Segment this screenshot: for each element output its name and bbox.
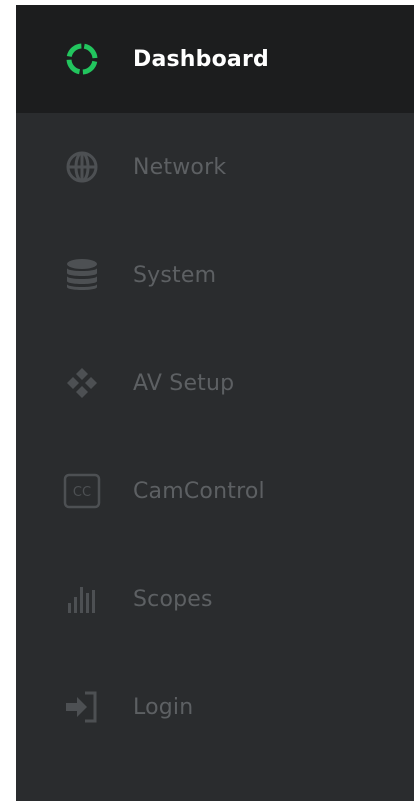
sidebar-item-system[interactable]: System: [16, 221, 414, 329]
sidebar-item-label: Login: [133, 694, 194, 720]
sidebar-item-network[interactable]: Network: [16, 113, 414, 221]
sidebar-item-scopes[interactable]: Scopes: [16, 545, 414, 653]
sidebar-item-label: Dashboard: [133, 46, 269, 72]
sidebar-item-label: CamControl: [133, 478, 265, 504]
diamond-cluster-icon: [62, 363, 102, 403]
sidebar-item-label: Network: [133, 154, 227, 180]
bars-icon: [62, 579, 102, 619]
globe-icon: [62, 147, 102, 187]
sidebar-nav: Dashboard Network System AV Setup CC Cam…: [16, 5, 414, 801]
dashboard-ring-icon: [62, 39, 102, 79]
cc-box-icon: CC: [62, 471, 102, 511]
sidebar-item-label: Scopes: [133, 586, 213, 612]
sidebar-item-login[interactable]: Login: [16, 653, 414, 761]
sidebar-item-label: AV Setup: [133, 370, 235, 396]
database-icon: [62, 255, 102, 295]
login-icon: [62, 687, 102, 727]
sidebar-item-dashboard[interactable]: Dashboard: [16, 5, 414, 113]
sidebar-item-av-setup[interactable]: AV Setup: [16, 329, 414, 437]
sidebar-item-label: System: [133, 262, 217, 288]
sidebar-item-camcontrol[interactable]: CC CamControl: [16, 437, 414, 545]
svg-text:CC: CC: [73, 485, 91, 500]
